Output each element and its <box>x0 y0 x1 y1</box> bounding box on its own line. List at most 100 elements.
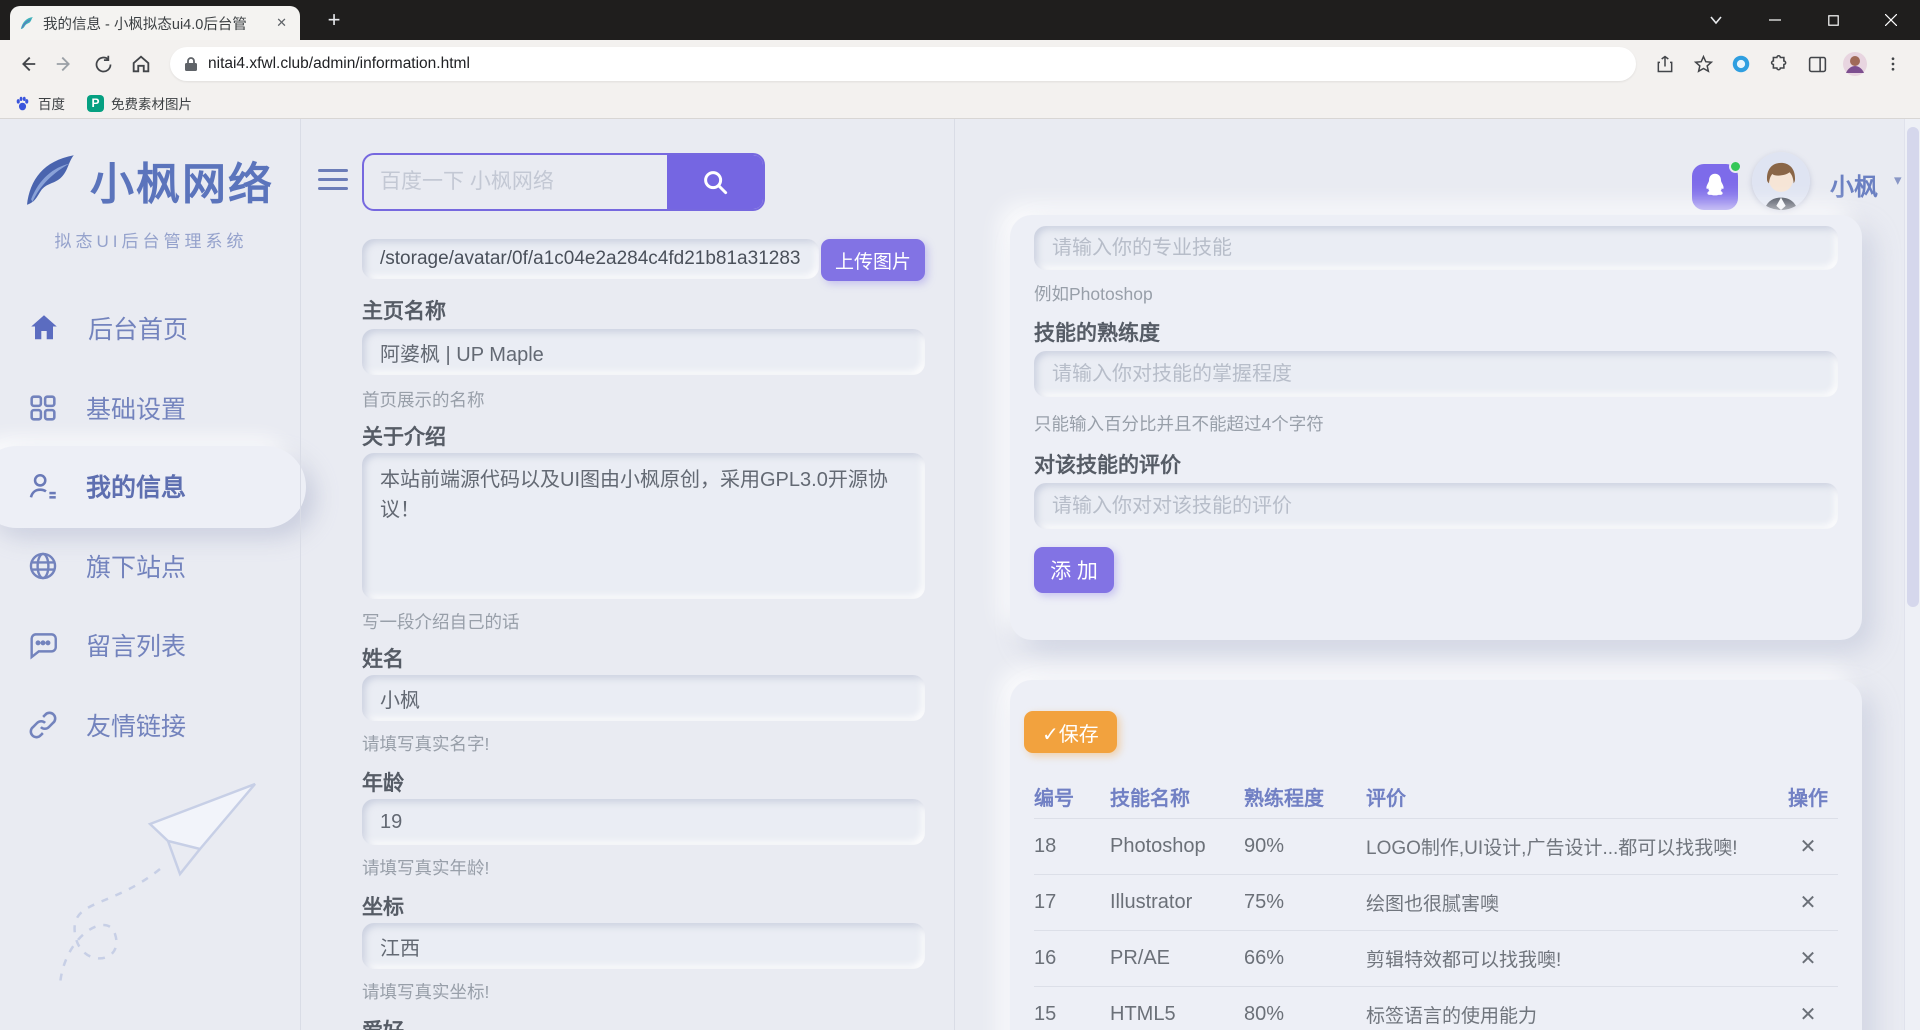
browser-tab[interactable]: 我的信息 - 小枫拟态ui4.0后台管 ✕ <box>10 6 300 40</box>
cell-level: 90% <box>1244 835 1366 858</box>
table-row: 17 Illustrator 75% 绘图也很腻害噢 ✕ <box>1034 874 1838 930</box>
scrollbar-thumb[interactable] <box>1907 127 1919 607</box>
grid-icon <box>26 391 60 425</box>
back-icon[interactable] <box>10 47 44 81</box>
delete-row-icon[interactable]: ✕ <box>1778 1002 1838 1027</box>
url-text: nitai4.xfwl.club/admin/information.html <box>208 55 470 73</box>
age-input[interactable] <box>362 799 925 845</box>
window-minimize-button[interactable] <box>1746 0 1804 40</box>
bookmark-star-icon[interactable] <box>1686 47 1720 81</box>
sidebar-item-label: 后台首页 <box>88 310 188 346</box>
tab-title: 我的信息 - 小枫拟态ui4.0后台管 <box>43 13 263 34</box>
cell-level: 66% <box>1244 947 1366 970</box>
about-hint: 写一段介绍自己的话 <box>362 609 520 634</box>
bookmark-baidu[interactable]: 百度 <box>14 93 65 113</box>
page-scrollbar[interactable] <box>1904 119 1920 1030</box>
delete-row-icon[interactable]: ✕ <box>1778 946 1838 971</box>
cell-name: HTML5 <box>1110 1003 1244 1026</box>
sidebar-item-label: 留言列表 <box>86 627 186 663</box>
forward-icon[interactable] <box>48 47 82 81</box>
sidebar-item-sites[interactable]: 旗下站点 <box>0 540 300 592</box>
sidebar-item-dashboard[interactable]: 后台首页 <box>0 302 300 354</box>
new-tab-button[interactable]: + <box>318 6 350 36</box>
share-icon[interactable] <box>1648 47 1682 81</box>
skill-comment-label: 对该技能的评价 <box>1034 449 1181 479</box>
skill-level-label: 技能的熟练度 <box>1034 317 1160 347</box>
paper-plane-decoration <box>30 729 290 1019</box>
browser-tab-strip: 我的信息 - 小枫拟态ui4.0后台管 ✕ + <box>0 0 1920 40</box>
skill-level-hint: 只能输入百分比并且不能超过4个字符 <box>1034 411 1324 436</box>
upload-image-button[interactable]: 上传图片 <box>821 239 925 281</box>
location-label: 坐标 <box>362 891 404 921</box>
home-name-input[interactable] <box>362 329 925 375</box>
col-id: 编号 <box>1034 782 1110 811</box>
extensions-puzzle-icon[interactable] <box>1762 47 1796 81</box>
sidebar-divider <box>300 119 301 1030</box>
baidu-paw-icon <box>14 95 31 112</box>
user-menu-caret-icon[interactable]: ▾ <box>1894 171 1902 189</box>
home-name-label: 主页名称 <box>362 295 446 325</box>
logo-subtitle: 拟态UI后台管理系统 <box>26 227 276 252</box>
cell-id: 16 <box>1034 947 1110 970</box>
about-textarea[interactable]: 本站前端源代码以及UI图由小枫原创，采用GPL3.0开源协议！ <box>362 453 925 599</box>
profile-avatar[interactable] <box>1838 47 1872 81</box>
cell-comment: LOGO制作,UI设计,广告设计...都可以找我噢! <box>1366 833 1778 860</box>
check-icon: ✓ <box>1042 724 1059 746</box>
skill-comment-input[interactable] <box>1034 483 1838 529</box>
side-panel-icon[interactable] <box>1800 47 1834 81</box>
browser-toolbar: nitai4.xfwl.club/admin/information.html <box>0 40 1920 88</box>
window-close-button[interactable] <box>1862 0 1920 40</box>
table-row: 15 HTML5 80% 标签语言的使用能力 ✕ <box>1034 986 1838 1030</box>
browser-menu-icon[interactable] <box>1876 47 1910 81</box>
add-skill-button[interactable]: 添 加 <box>1034 547 1114 593</box>
menu-toggle-icon[interactable] <box>318 169 348 195</box>
bookmark-pexels[interactable]: P 免费素材图片 <box>87 93 192 113</box>
extension-badge-icon[interactable] <box>1724 47 1758 81</box>
comment-icon <box>26 628 60 662</box>
col-level: 熟练程度 <box>1244 782 1366 811</box>
table-row: 18 Photoshop 90% LOGO制作,UI设计,广告设计...都可以找… <box>1034 818 1838 874</box>
home-icon[interactable] <box>124 47 158 81</box>
home-name-hint: 首页展示的名称 <box>362 387 485 412</box>
table-row: 16 PR/AE 66% 剪辑特效都可以找我噢! ✕ <box>1034 930 1838 986</box>
name-hint: 请填写真实名字! <box>362 731 489 756</box>
skill-level-input[interactable] <box>1034 351 1838 397</box>
cell-level: 80% <box>1244 1003 1366 1026</box>
col-actions: 操作 <box>1778 782 1838 811</box>
name-label: 姓名 <box>362 643 404 673</box>
sidebar-item-messages[interactable]: 留言列表 <box>0 619 300 671</box>
col-comment: 评价 <box>1366 782 1778 811</box>
address-bar[interactable]: nitai4.xfwl.club/admin/information.html <box>170 47 1636 81</box>
age-hint: 请填写真实年龄! <box>362 855 489 880</box>
column-divider <box>954 119 955 1030</box>
sidebar: 小枫网络 拟态UI后台管理系统 后台首页 基础设置 我的信息 <box>0 119 300 1030</box>
delete-row-icon[interactable]: ✕ <box>1778 890 1838 915</box>
tab-search-caret-icon[interactable] <box>1698 0 1734 40</box>
add-skill-card: 例如Photoshop 技能的熟练度 只能输入百分比并且不能超过4个字符 对该技… <box>1010 215 1862 640</box>
sidebar-item-label: 我的信息 <box>86 468 186 504</box>
avatar-path-input[interactable] <box>362 239 819 279</box>
sidebar-item-my-info[interactable]: 我的信息 <box>0 460 300 512</box>
save-button[interactable]: ✓保存 <box>1024 711 1117 753</box>
bookmarks-bar: 百度 P 免费素材图片 <box>0 88 1920 119</box>
name-input[interactable] <box>362 675 925 721</box>
reload-icon[interactable] <box>86 47 120 81</box>
cell-level: 75% <box>1244 891 1366 914</box>
cell-name: Illustrator <box>1110 891 1244 914</box>
skills-panel: 例如Photoshop 技能的熟练度 只能输入百分比并且不能超过4个字符 对该技… <box>1010 119 1862 1030</box>
profile-form: 上传图片 主页名称 首页展示的名称 关于介绍 本站前端源代码以及UI图由小枫原创… <box>362 119 925 1030</box>
bookmark-label: 百度 <box>38 93 65 113</box>
logo[interactable]: 小枫网络 <box>16 147 274 213</box>
location-input[interactable] <box>362 923 925 969</box>
cell-comment: 标签语言的使用能力 <box>1366 1001 1778 1028</box>
tab-close-icon[interactable]: ✕ <box>271 13 292 33</box>
sidebar-item-settings[interactable]: 基础设置 <box>0 382 300 434</box>
about-label: 关于介绍 <box>362 421 446 451</box>
home-icon <box>26 310 62 346</box>
window-maximize-button[interactable] <box>1804 0 1862 40</box>
col-skill-name: 技能名称 <box>1110 782 1244 811</box>
skill-name-input[interactable] <box>1034 226 1838 270</box>
cell-comment: 剪辑特效都可以找我噢! <box>1366 945 1778 972</box>
delete-row-icon[interactable]: ✕ <box>1778 834 1838 859</box>
skills-table-card: ✓保存 编号 技能名称 熟练程度 评价 操作 18 Photoshop 90% … <box>1010 680 1862 1030</box>
